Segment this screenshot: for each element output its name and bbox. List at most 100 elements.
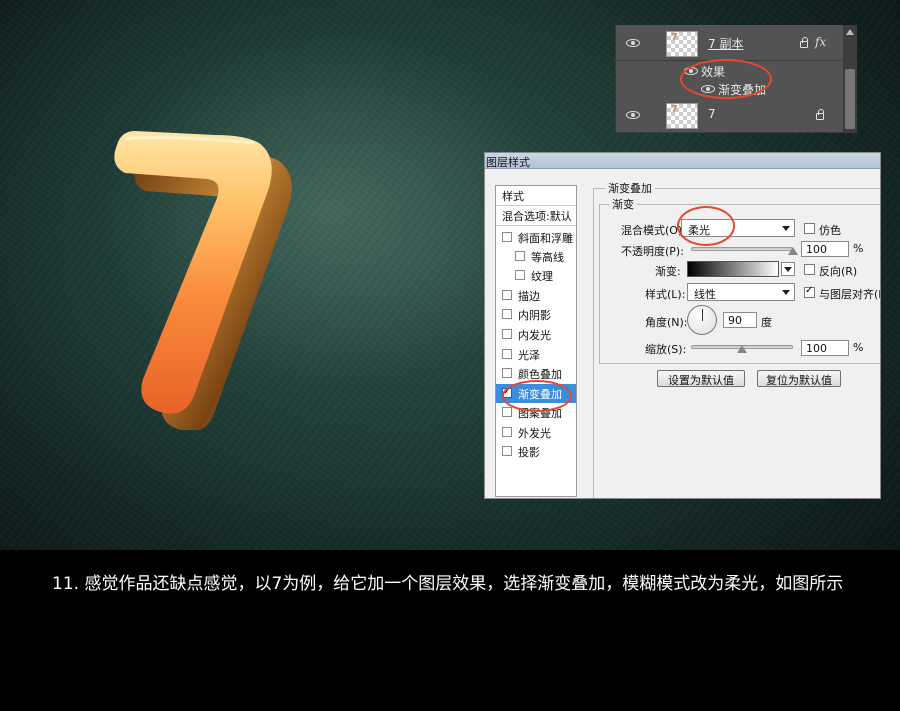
scale-input[interactable]: 100 xyxy=(801,340,849,356)
chevron-down-icon xyxy=(782,226,790,231)
style-label: 外发光 xyxy=(518,427,551,440)
style-checkbox[interactable] xyxy=(502,368,512,378)
fx-icon[interactable]: fx xyxy=(815,35,826,49)
style-item-gradient-overlay[interactable]: 渐变叠加 xyxy=(496,384,576,403)
style-item-drop-shadow[interactable]: 投影 xyxy=(496,442,576,461)
angle-dial[interactable] xyxy=(687,305,717,335)
opacity-slider[interactable] xyxy=(691,247,793,251)
layer-name-copy[interactable]: 7 副本 xyxy=(708,35,743,52)
dialog-title: 图层样式 xyxy=(486,156,530,169)
reverse-checkbox[interactable] xyxy=(804,264,815,275)
align-with-layer-label: 与图层对齐(I) xyxy=(819,288,881,301)
blend-options-item[interactable]: 混合选项:默认 xyxy=(496,206,576,226)
group-title: 渐变 xyxy=(609,196,637,212)
photoshop-canvas: 7 7 副本 fx 效果 渐变叠加 7 7 图层样式 样式 混合选项:默认 斜面… xyxy=(0,0,900,550)
dialog-titlebar[interactable]: 图层样式 xyxy=(485,153,880,169)
thumbnail-seven: 7 xyxy=(671,32,678,43)
style-label: 纹理 xyxy=(531,270,553,283)
opacity-label: 不透明度(P): xyxy=(621,245,684,258)
style-checkbox[interactable] xyxy=(502,329,512,339)
blend-mode-dropdown[interactable]: 柔光 xyxy=(681,219,795,237)
style-label: 等高线 xyxy=(531,251,564,264)
angle-label: 角度(N): xyxy=(645,316,688,329)
gradient-overlay-effect-label[interactable]: 渐变叠加 xyxy=(718,81,766,98)
style-label: 描边 xyxy=(518,290,540,303)
scale-slider-thumb[interactable] xyxy=(737,345,747,353)
gradient-preview[interactable] xyxy=(687,261,779,277)
layer-thumbnail: 7 xyxy=(666,103,698,129)
gradient-label: 渐变: xyxy=(655,265,681,278)
style-checkbox[interactable] xyxy=(502,446,512,456)
blend-mode-value: 柔光 xyxy=(688,224,710,237)
style-label: 颜色叠加 xyxy=(518,368,562,381)
scroll-up-icon[interactable] xyxy=(846,29,854,35)
layer-thumbnail: 7 xyxy=(666,31,698,57)
style-item-inner-shadow[interactable]: 内阴影 xyxy=(496,305,576,324)
dither-checkbox[interactable] xyxy=(804,223,815,234)
style-label: 样式(L): xyxy=(645,288,686,301)
style-label: 斜面和浮雕 xyxy=(518,232,573,245)
style-label: 图案叠加 xyxy=(518,407,562,420)
layer-row-copy[interactable]: 7 7 副本 fx xyxy=(616,25,843,61)
scroll-thumb[interactable] xyxy=(845,69,855,129)
opacity-input[interactable]: 100 xyxy=(801,241,849,257)
style-item-pattern-overlay[interactable]: 图案叠加 xyxy=(496,403,576,422)
style-label: 光泽 xyxy=(518,349,540,362)
set-default-button[interactable]: 设置为默认值 xyxy=(657,370,745,387)
dither-label: 仿色 xyxy=(819,224,841,237)
reverse-label: 反向(R) xyxy=(819,265,858,278)
style-label: 投影 xyxy=(518,446,540,459)
layer-effects-group: 效果 渐变叠加 xyxy=(616,62,843,98)
effects-eye-icon[interactable] xyxy=(684,67,698,75)
eye-icon[interactable] xyxy=(626,111,640,119)
layer-style-dialog: 图层样式 样式 混合选项:默认 斜面和浮雕 等高线 纹理 描边 内阴影 内发光 … xyxy=(484,152,881,499)
angle-unit: 度 xyxy=(761,316,772,329)
thumbnail-seven: 7 xyxy=(671,104,678,115)
eye-icon[interactable] xyxy=(626,39,640,47)
style-item-inner-glow[interactable]: 内发光 xyxy=(496,325,576,344)
style-checkbox[interactable] xyxy=(502,232,512,242)
gradient-effect-eye-icon[interactable] xyxy=(701,85,715,93)
angle-input[interactable]: 90 xyxy=(723,312,757,328)
style-label: 内阴影 xyxy=(518,309,551,322)
gradient-style-dropdown[interactable]: 线性 xyxy=(687,283,795,301)
style-checkbox[interactable] xyxy=(515,251,525,261)
style-item-stroke[interactable]: 描边 xyxy=(496,286,576,305)
blend-mode-label: 混合模式(O): xyxy=(621,224,686,237)
style-checkbox[interactable] xyxy=(515,270,525,280)
lock-icon xyxy=(816,109,824,120)
reset-default-button[interactable]: 复位为默认值 xyxy=(757,370,841,387)
opacity-unit: % xyxy=(853,242,864,255)
chevron-down-icon xyxy=(782,290,790,295)
style-item-satin[interactable]: 光泽 xyxy=(496,345,576,364)
effects-label[interactable]: 效果 xyxy=(701,63,725,80)
style-checkbox[interactable] xyxy=(502,427,512,437)
style-item-color-overlay[interactable]: 颜色叠加 xyxy=(496,364,576,383)
tutorial-caption: 11. 感觉作品还缺点感觉，以7为例，给它加一个图层效果，选择渐变叠加，模糊模式… xyxy=(52,574,844,594)
style-item-contour[interactable]: 等高线 xyxy=(496,247,576,266)
styles-list-header[interactable]: 样式 xyxy=(496,186,576,206)
section-title: 渐变叠加 xyxy=(605,180,655,196)
style-checkbox-checked[interactable] xyxy=(502,386,512,398)
scale-unit: % xyxy=(853,341,864,354)
style-checkbox[interactable] xyxy=(502,349,512,359)
style-item-outer-glow[interactable]: 外发光 xyxy=(496,423,576,442)
scale-label: 缩放(S): xyxy=(645,343,687,356)
gradient-picker-dropdown[interactable] xyxy=(781,262,795,276)
number-seven-artwork xyxy=(114,131,292,430)
layer-row-original[interactable]: 7 7 xyxy=(616,97,843,133)
style-label: 渐变叠加 xyxy=(518,388,562,401)
lock-icon xyxy=(800,37,808,48)
layers-scrollbar[interactable] xyxy=(843,25,857,133)
style-checkbox[interactable] xyxy=(502,407,512,417)
styles-list: 样式 混合选项:默认 斜面和浮雕 等高线 纹理 描边 内阴影 内发光 光泽 颜色… xyxy=(495,185,577,497)
style-checkbox[interactable] xyxy=(502,309,512,319)
align-with-layer-checkbox[interactable] xyxy=(804,285,815,298)
layer-name-original[interactable]: 7 xyxy=(708,107,716,121)
style-item-bevel-emboss[interactable]: 斜面和浮雕 xyxy=(496,228,576,247)
style-label: 内发光 xyxy=(518,329,551,342)
style-checkbox[interactable] xyxy=(502,290,512,300)
opacity-slider-thumb[interactable] xyxy=(788,247,798,255)
gradient-style-value: 线性 xyxy=(694,288,716,301)
style-item-texture[interactable]: 纹理 xyxy=(496,266,576,285)
